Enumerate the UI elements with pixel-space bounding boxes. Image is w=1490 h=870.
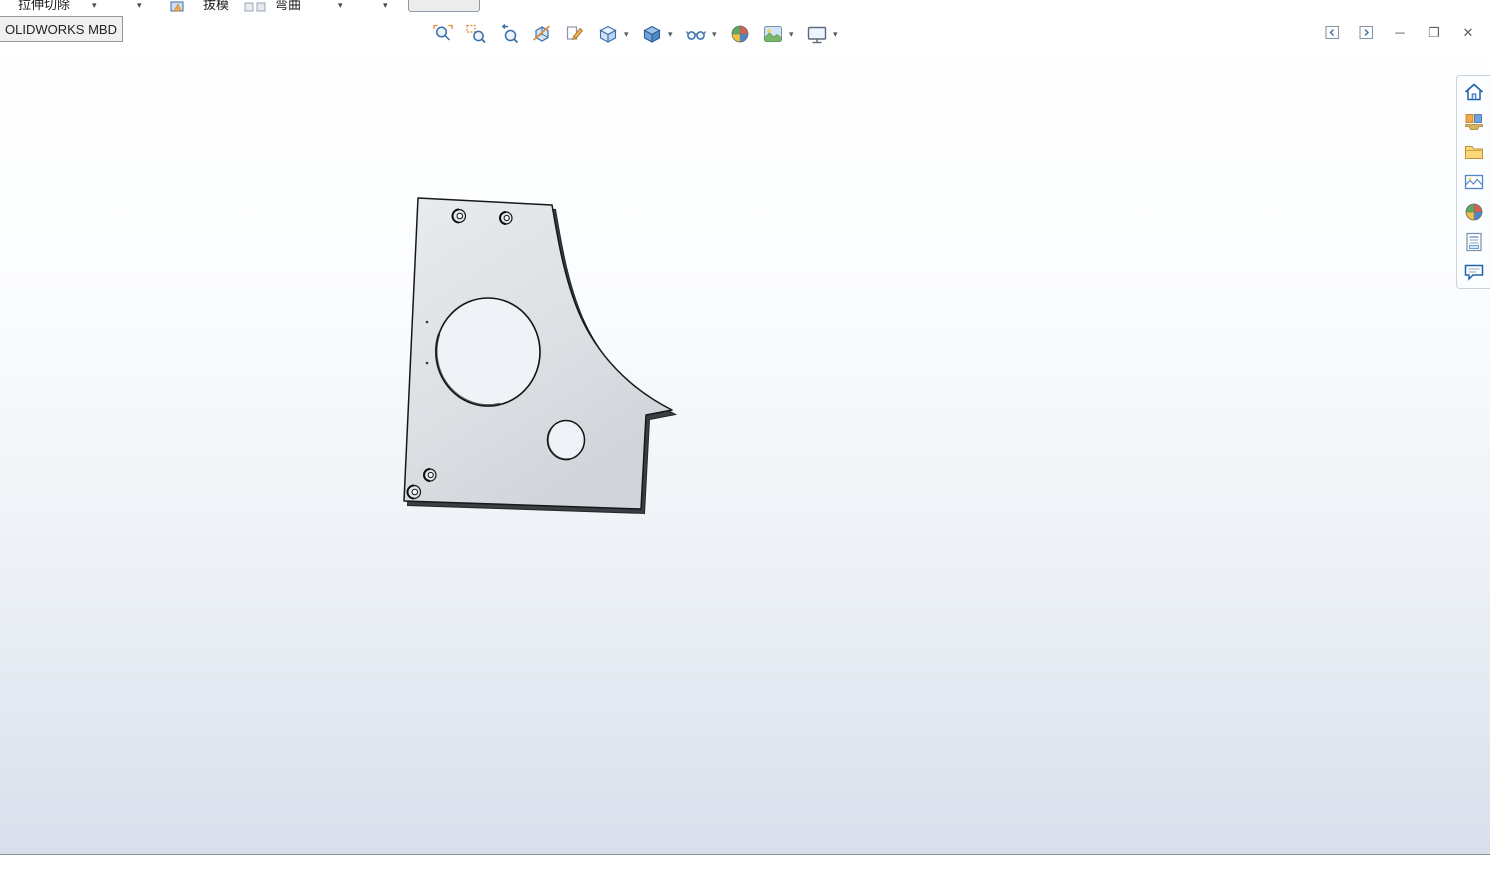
command-label-draft[interactable]: 拔模 [203,0,229,13]
edit-appearance-icon[interactable] [727,22,753,46]
point-feature [425,320,429,324]
collapse-pane-left-icon[interactable] [1324,24,1340,40]
view-orientation-icon[interactable] [595,22,621,46]
part-3d-model[interactable] [395,183,695,528]
command-label-flex[interactable]: 弯曲 [275,0,301,13]
tab-label: OLIDWORKS MBD [5,21,117,37]
view-palette-icon[interactable] [1460,170,1487,194]
design-library-icon[interactable] [1460,110,1487,134]
graphics-viewport[interactable] [0,13,1490,855]
3d-drawing-view-icon[interactable] [562,22,588,46]
task-pane [1456,75,1490,289]
counterbore-hole[interactable] [451,208,467,224]
chevron-down-icon[interactable]: ▾ [789,29,797,39]
chevron-down-icon[interactable]: ▾ [137,1,142,10]
chevron-down-icon[interactable]: ▾ [92,1,97,10]
feature-tool-icon[interactable] [170,0,185,13]
restore-button[interactable]: ❐ [1426,26,1442,39]
home-icon[interactable] [1460,80,1487,104]
command-label-extruded-cut[interactable]: 拉伸切除 [18,0,70,13]
command-manager-row: 拉伸切除 ▾ ▾ 拔模 弯曲 ▾ ▾ [0,0,1490,13]
window-controls: ─ ❐ ✕ [1324,24,1476,40]
status-bar [0,854,1490,870]
solidworks-forum-icon[interactable] [1460,260,1487,284]
chevron-down-icon[interactable]: ▾ [624,29,632,39]
point-feature [425,361,429,365]
zoom-to-fit-icon[interactable] [430,22,456,46]
apply-scene-icon[interactable] [760,22,786,46]
zoom-to-area-icon[interactable] [463,22,489,46]
counterbore-hole[interactable] [423,468,437,482]
hide-show-items-icon[interactable] [683,22,709,46]
small-tool-icon[interactable] [244,0,268,13]
chevron-down-icon[interactable]: ▾ [668,29,676,39]
view-settings-icon[interactable] [804,22,830,46]
counterbore-hole[interactable] [499,211,513,225]
close-button[interactable]: ✕ [1460,26,1476,39]
previous-view-icon[interactable] [496,22,522,46]
chevron-down-icon[interactable]: ▾ [338,1,343,10]
headsup-view-toolbar: ▾ ▾ ▾ ▾ ▾ [430,21,841,47]
section-view-icon[interactable] [529,22,555,46]
expand-pane-right-icon[interactable] [1358,24,1374,40]
custom-properties-icon[interactable] [1460,230,1487,254]
display-style-icon[interactable] [639,22,665,46]
file-explorer-icon[interactable] [1460,140,1487,164]
minimize-button[interactable]: ─ [1392,26,1408,39]
appearances-icon[interactable] [1460,200,1487,224]
chevron-down-icon[interactable]: ▾ [833,29,841,39]
chevron-down-icon[interactable]: ▾ [712,29,720,39]
chevron-down-icon[interactable]: ▾ [383,1,388,10]
pressed-toolbar-button[interactable] [408,0,480,12]
tab-solidworks-mbd[interactable]: OLIDWORKS MBD [0,16,123,42]
counterbore-hole[interactable] [406,484,422,500]
